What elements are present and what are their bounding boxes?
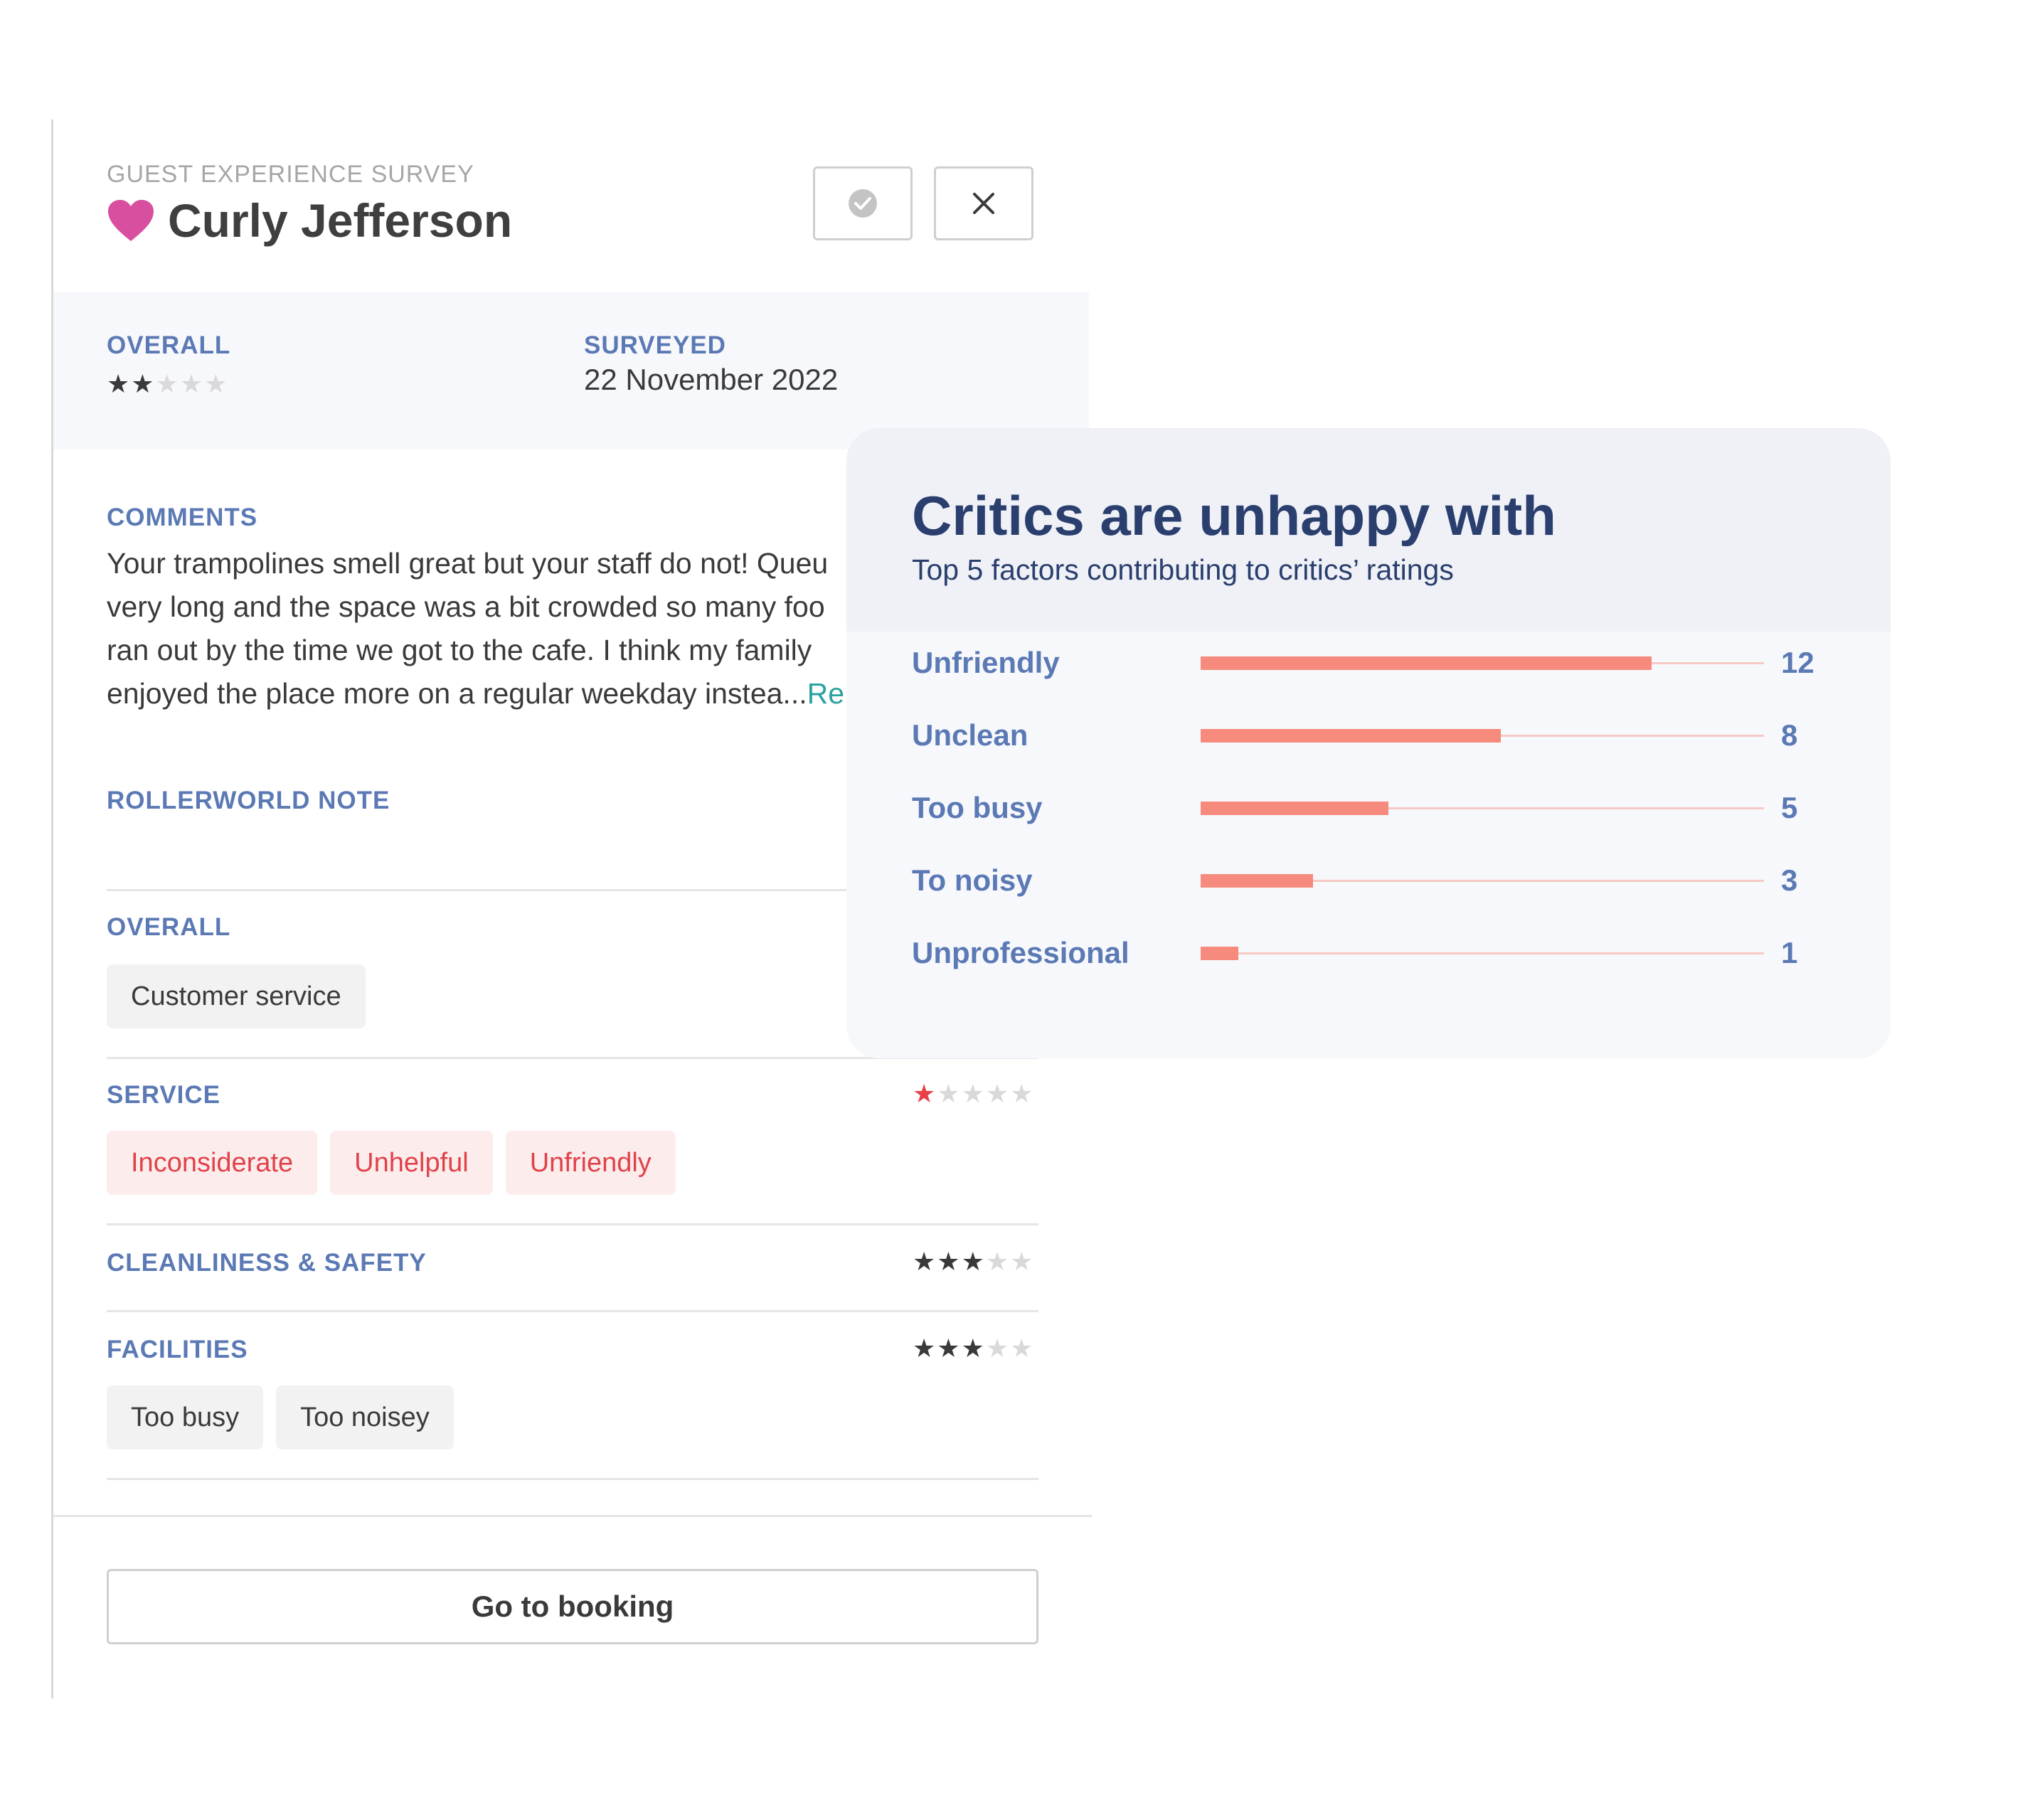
bar-value-label: 12 [1781,646,1814,679]
survey-summary: OVERALL ★ ★ ★ ★ ★ SURVEYED 22 November 2022 [53,292,1089,449]
comment-line: enjoyed the place more on a regular week… [107,677,845,710]
note-label: ROLLERWORLD NOTE [107,787,390,814]
cleanliness-stars: ★ ★ ★ ★ ★ [913,1249,1033,1274]
bar [1201,729,1501,743]
star-empty-icon: ★ [204,369,228,398]
cleanliness-label: CLEANLINESS & SAFETY [107,1249,427,1277]
star-empty-icon: ★ [1010,1079,1033,1108]
critics-subtitle: Top 5 factors contributing to critics’ r… [912,553,1454,586]
star-filled-icon: ★ [913,1079,936,1108]
critics-title: Critics are unhappy with [912,484,1556,547]
bar-track [1201,952,1764,954]
star-empty-icon: ★ [937,1079,960,1108]
facilities-label: FACILITIES [107,1336,248,1363]
heart-icon [108,200,154,241]
bar-value-label: 8 [1781,718,1798,752]
star-empty-icon: ★ [985,1334,1009,1363]
divider [107,1478,1038,1480]
close-button[interactable] [934,166,1033,240]
star-empty-icon: ★ [179,369,203,398]
bar [1201,947,1238,960]
star-filled-icon: ★ [107,369,130,398]
bar [1201,656,1652,670]
star-filled-icon: ★ [961,1247,984,1276]
survey-eyebrow: GUEST EXPERIENCE SURVEY [107,161,474,188]
bar-value-label: 1 [1781,936,1798,969]
comments-label: COMMENTS [107,504,258,531]
bar-row: Unfriendly 12 [912,642,1837,684]
star-empty-icon: ★ [1010,1247,1033,1276]
star-filled-icon: ★ [131,369,154,398]
star-filled-icon: ★ [937,1334,960,1363]
bar-label: Unfriendly [912,646,1060,679]
service-label: SERVICE [107,1081,221,1109]
tag-customer-service: Customer service [107,964,366,1028]
star-filled-icon: ★ [913,1247,936,1276]
guest-name: Curly Jefferson [168,194,513,247]
star-filled-icon: ★ [913,1334,936,1363]
go-to-booking-button[interactable]: Go to booking [107,1569,1038,1644]
star-empty-icon: ★ [1010,1334,1033,1363]
bar [1201,874,1313,888]
comment-line: very long and the space was a bit crowde… [107,590,825,623]
bar-label: To noisy [912,863,1033,897]
bar-row: Unclean 8 [912,714,1837,757]
divider [107,1310,1038,1312]
comment-line: ran out by the time we got to the cafe. … [107,634,812,666]
critics-card: Critics are unhappy with Top 5 factors c… [846,428,1891,1058]
comment-text: Your trampolines smell great but your st… [107,542,903,715]
bar-value-label: 5 [1781,791,1798,824]
comment-line: Your trampolines smell great but your st… [107,547,829,580]
divider [107,1223,1038,1225]
surveyed-date: 22 November 2022 [584,363,839,396]
star-empty-icon: ★ [985,1079,1009,1108]
star-empty-icon: ★ [961,1079,984,1108]
overall-tags: Customer service [107,964,378,1028]
close-icon [973,193,994,214]
overall-stars: ★ ★ ★ ★ ★ [107,371,227,397]
check-circle-icon [849,189,877,218]
overall-label: OVERALL [107,331,231,359]
surveyed-label: SURVEYED [584,331,726,359]
service-stars: ★ ★ ★ ★ ★ [913,1081,1033,1107]
star-filled-icon: ★ [961,1334,984,1363]
guest-title-row: Curly Jefferson [107,193,512,248]
tag-too-busy: Too busy [107,1385,264,1449]
tag-unhelpful: Unhelpful [330,1131,493,1195]
facilities-tags: Too busy Too noisey [107,1385,467,1449]
bar-value-label: 3 [1781,863,1798,897]
bar-row: Unprofessional 1 [912,932,1837,974]
star-filled-icon: ★ [937,1247,960,1276]
tag-too-noisey: Too noisey [276,1385,454,1449]
bar-row: To noisy 3 [912,859,1837,902]
bar-label: Unprofessional [912,936,1130,969]
bar-label: Unclean [912,718,1029,752]
star-empty-icon: ★ [985,1247,1009,1276]
read-more-link[interactable]: Re [807,677,844,710]
bar-row: Too busy 5 [912,787,1837,829]
tag-inconsiderate: Inconsiderate [107,1131,318,1195]
star-empty-icon: ★ [155,369,179,398]
service-tags: Inconsiderate Unhelpful Unfriendly [107,1131,689,1195]
bar-label: Too busy [912,791,1043,824]
tag-unfriendly: Unfriendly [505,1131,676,1195]
footer-divider [53,1515,1092,1517]
facilities-stars: ★ ★ ★ ★ ★ [913,1336,1033,1361]
bar [1201,802,1388,815]
approve-button[interactable] [813,166,913,240]
overall-category-label: OVERALL [107,913,231,941]
